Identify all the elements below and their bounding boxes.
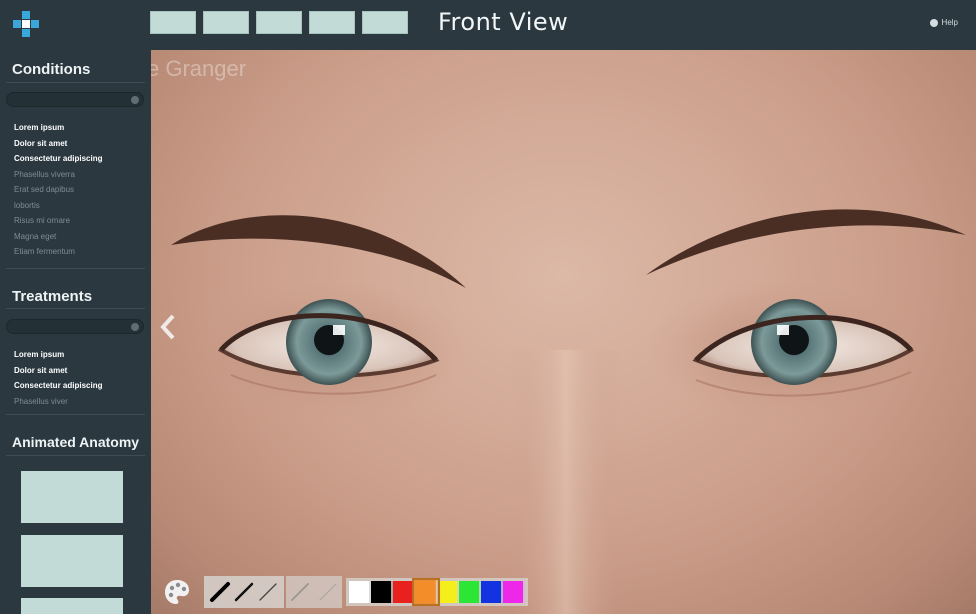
conditions-search-input[interactable]: [6, 92, 144, 107]
chevron-left-icon[interactable]: [157, 312, 179, 342]
treatments-item[interactable]: Lorem ipsum: [14, 347, 102, 363]
conditions-list: Lorem ipsum Dolor sit amet Consectetur adi…: [14, 120, 102, 260]
treatments-list: Lorem ipsum Dolor sit amet Consectetur adi…: [14, 347, 102, 409]
swatch-white[interactable]: [349, 581, 371, 603]
divider: [6, 455, 145, 456]
conditions-item[interactable]: Etiam fermentum: [14, 244, 102, 260]
swatch-black[interactable]: [371, 581, 393, 603]
sidebar: Conditions Lorem ipsum Dolor sit amet Cons…: [0, 50, 151, 614]
eraser-medium-icon[interactable]: [289, 581, 311, 603]
face-render: [171, 209, 966, 614]
conditions-item[interactable]: Consectetur adipiscing: [14, 151, 102, 167]
conditions-item[interactable]: Erat sed dapibus: [14, 182, 102, 198]
app-logo-icon[interactable]: [12, 10, 40, 38]
conditions-item[interactable]: Risus mi ornare: [14, 213, 102, 229]
view-title: Front View: [438, 8, 569, 36]
eraser-thin-icon[interactable]: [317, 581, 339, 603]
divider: [6, 268, 145, 269]
treatments-item[interactable]: Phasellus viver: [14, 394, 102, 410]
conditions-item[interactable]: Magna eget: [14, 229, 102, 245]
face-viewer[interactable]: e Granger: [151, 50, 976, 614]
view-tab-2[interactable]: [203, 11, 249, 34]
divider: [6, 82, 145, 83]
conditions-item[interactable]: lobortis: [14, 198, 102, 214]
swatch-magenta[interactable]: [503, 581, 525, 603]
view-tab-3[interactable]: [256, 11, 302, 34]
conditions-item[interactable]: Dolor sit amet: [14, 136, 102, 152]
watermark-text: e Granger: [151, 56, 247, 81]
help-icon: [929, 18, 938, 27]
view-tab-1[interactable]: [150, 11, 196, 34]
conditions-item[interactable]: Lorem ipsum: [14, 120, 102, 136]
eraser-size-group: [286, 576, 342, 608]
view-tab-5[interactable]: [362, 11, 408, 34]
treatments-search-input[interactable]: [6, 319, 144, 334]
search-icon[interactable]: [131, 323, 139, 331]
top-bar: Front View Help: [0, 0, 976, 50]
swatch-red[interactable]: [393, 581, 415, 603]
swatch-orange[interactable]: [411, 577, 441, 607]
divider: [6, 414, 145, 415]
anatomy-title: Animated Anatomy: [12, 434, 140, 450]
help-button[interactable]: Help: [929, 18, 958, 27]
anatomy-thumbnail-3[interactable]: [21, 598, 123, 614]
swatch-green[interactable]: [459, 581, 481, 603]
view-tab-4[interactable]: [309, 11, 355, 34]
color-swatches: [346, 577, 528, 607]
brush-thick-icon[interactable]: [209, 581, 231, 603]
help-label: Help: [941, 18, 958, 27]
treatments-item[interactable]: Dolor sit amet: [14, 363, 102, 379]
brush-size-group: [204, 576, 284, 608]
search-icon[interactable]: [131, 96, 139, 104]
palette-icon[interactable]: [163, 578, 191, 606]
conditions-title: Conditions: [12, 61, 91, 78]
treatments-title: Treatments: [12, 288, 93, 305]
anatomy-thumbnail-2[interactable]: [21, 535, 123, 587]
brush-thin-icon[interactable]: [257, 581, 279, 603]
brush-medium-icon[interactable]: [233, 581, 255, 603]
swatch-yellow[interactable]: [437, 581, 459, 603]
divider: [6, 308, 145, 309]
conditions-item[interactable]: Phasellus viverra: [14, 167, 102, 183]
swatch-blue[interactable]: [481, 581, 503, 603]
anatomy-thumbnail-1[interactable]: [21, 471, 123, 523]
treatments-item[interactable]: Consectetur adipiscing: [14, 378, 102, 394]
